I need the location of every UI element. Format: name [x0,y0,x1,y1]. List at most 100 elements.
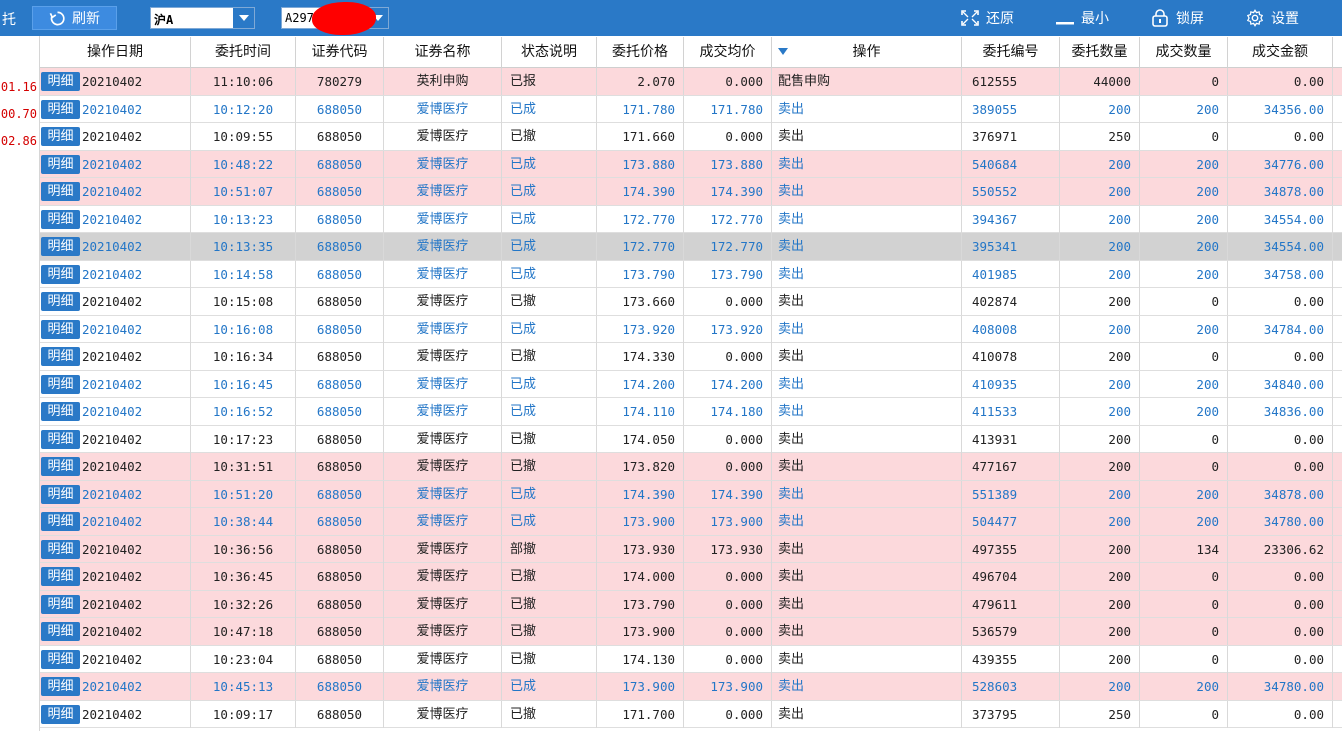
cell-value: 0.000 [725,706,763,722]
detail-button[interactable]: 明细 [41,677,80,696]
cell-value: 34878.00 [1263,486,1324,502]
cell-value: 200 [1108,486,1131,502]
cell-value: 439355 [972,651,1018,667]
detail-button[interactable]: 明细 [41,347,80,366]
table-row[interactable]: 明细 20210402 10:36:56 688050 爱博医疗 部撤 173.930 173… [40,535,1342,563]
table-row[interactable]: 明细 20210402 10:36:45 688050 爱博医疗 已撤 174.000 0.0… [40,563,1342,591]
cell-value: 0 [1211,569,1219,584]
column-header-code[interactable]: 证券代码 [296,37,384,68]
detail-button[interactable]: 明细 [41,127,80,146]
market-select[interactable]: 沪A [150,7,255,29]
cell-value: 173.900 [622,514,675,529]
table-row[interactable]: 明细 20210402 10:09:55 688050 爱博医疗 已撤 171.660 0.0… [40,123,1342,151]
cell-quantity: 200 [1060,288,1140,315]
column-header-operation[interactable]: 操作 [772,37,962,68]
lock-screen-button[interactable]: 锁屏 [1150,8,1204,28]
table-row[interactable]: 明细 20210402 10:16:34 688050 爱博医疗 已撤 174.330 0.0… [40,343,1342,371]
cell-operation: 卖出 [772,618,962,645]
table-row[interactable]: 明细 20210402 10:15:08 688050 爱博医疗 已撤 173.660 0.0… [40,288,1342,316]
detail-button[interactable]: 明细 [41,457,80,476]
detail-button[interactable]: 明细 [41,567,80,586]
column-header-date[interactable]: 操作日期 [40,37,191,68]
cell-code: 688050 [296,563,384,590]
column-header-avg-price[interactable]: 成交均价 [684,37,772,68]
detail-button[interactable]: 明细 [41,374,80,394]
cell-value: 0.000 [725,349,763,364]
table-row[interactable]: 明细 20210402 10:14:58 688050 爱博医疗 已成 173.790 173… [40,260,1342,288]
table-row[interactable]: 明细 20210402 11:10:06 780279 英利申购 已报 2.070 0.000… [40,68,1342,96]
settings-button[interactable]: 设置 [1245,8,1299,28]
table-row[interactable]: 明细 20210402 10:16:45 688050 爱博医疗 已成 174.200 174… [40,370,1342,398]
sort-desc-icon[interactable] [778,48,788,55]
table-row[interactable]: 明细 20210402 10:16:08 688050 爱博医疗 已成 173.920 173… [40,315,1342,343]
table-row[interactable]: 明细 20210402 10:32:26 688050 爱博医疗 已撤 173.790 0.0… [40,590,1342,618]
table-row[interactable]: 明细 20210402 10:12:20 688050 爱博医疗 已成 171.780 171… [40,95,1342,123]
cell-value: 卖出 [778,211,805,227]
column-header-order-no[interactable]: 委托编号 [962,37,1060,68]
column-header-deal-amount[interactable]: 成交金额 [1228,37,1333,68]
cell-value: 174.130 [622,651,675,667]
detail-button[interactable]: 明细 [41,209,80,229]
cell-value: 卖出 [778,239,805,254]
cell-value: 20210402 [82,184,143,199]
table-row[interactable]: 明细 20210402 10:51:20 688050 爱博医疗 已成 174.390 174… [40,480,1342,508]
column-header-quantity[interactable]: 委托数量 [1060,37,1140,68]
cell-value: 200 [1108,294,1131,309]
detail-button[interactable]: 明细 [41,182,80,201]
table-row[interactable]: 明细 20210402 10:45:13 688050 爱博医疗 已成 173.900 173… [40,673,1342,701]
cell-value: 688050 [316,349,363,364]
cell-value: 688050 [316,376,363,392]
cell-value: 已成 [510,321,537,337]
detail-button[interactable]: 明细 [41,539,80,559]
table-row[interactable]: 明细 20210402 10:31:51 688050 爱博医疗 已撤 173.820 0.0… [40,453,1342,481]
refresh-button[interactable]: 刷新 [32,6,117,30]
cell-deal-amount: 34356.00 [1228,95,1333,123]
table-row[interactable]: 明细 20210402 10:38:44 688050 爱博医疗 已成 173.900 173… [40,508,1342,536]
table-row[interactable]: 明细 20210402 10:48:22 688050 爱博医疗 已成 173.880 173… [40,150,1342,178]
detail-button[interactable]: 明细 [41,704,80,724]
cell-quantity: 200 [1060,150,1140,178]
column-header-price[interactable]: 委托价格 [597,37,684,68]
table-row[interactable]: 明细 20210402 10:17:23 688050 爱博医疗 已撤 174.050 0.0… [40,425,1342,453]
cell-time: 10:09:17 [191,700,296,728]
column-header-name[interactable]: 证券名称 [384,37,502,68]
cell-name: 爱博医疗 [384,425,502,453]
detail-button[interactable]: 明细 [41,594,80,614]
detail-button[interactable]: 明细 [41,622,80,641]
table-row[interactable]: 明细 20210402 10:51:07 688050 爱博医疗 已成 174.390 174… [40,178,1342,206]
table-row[interactable]: 明细 20210402 10:09:17 688050 爱博医疗 已撤 171.700 0.0… [40,700,1342,728]
detail-button[interactable]: 明细 [41,72,80,91]
detail-button[interactable]: 明细 [41,484,80,504]
detail-button[interactable]: 明细 [41,512,80,531]
cell-value: 0 [1211,459,1219,474]
detail-button[interactable]: 明细 [41,154,80,174]
restore-button[interactable]: 还原 [960,8,1014,28]
column-header-deal-quantity[interactable]: 成交数量 [1140,37,1228,68]
chevron-down-icon[interactable] [233,8,254,28]
detail-button[interactable]: 明细 [41,402,80,421]
minimize-button[interactable]: 最小 [1055,8,1109,28]
detail-button[interactable]: 明细 [41,292,80,311]
cell-value: 20210402 [82,156,143,172]
table-row[interactable]: 明细 20210402 10:13:23 688050 爱博医疗 已成 172.770 172… [40,205,1342,233]
column-header-status[interactable]: 状态说明 [502,37,597,68]
detail-button[interactable]: 明细 [41,429,80,449]
cell-value: 688050 [316,514,363,529]
cell-order-no: 612555 [962,68,1060,95]
cell-value: 373795 [972,706,1018,722]
detail-button[interactable]: 明细 [41,649,80,669]
cell-value: 200 [1196,321,1219,337]
table-row[interactable]: 明细 20210402 10:23:04 688050 爱博医疗 已撤 174.130 0.0… [40,645,1342,673]
cell-value: 0.00 [1293,459,1324,474]
detail-button[interactable]: 明细 [41,237,80,256]
cell-value: 爱博医疗 [416,459,469,474]
detail-button[interactable]: 明细 [41,99,80,119]
cell-value: 200 [1108,514,1131,529]
detail-button[interactable]: 明细 [41,319,80,339]
table-row[interactable]: 明细 20210402 10:47:18 688050 爱博医疗 已撤 173.900 0.0… [40,618,1342,646]
cell-value: 200 [1108,624,1131,639]
column-header-time[interactable]: 委托时间 [191,37,296,68]
table-row[interactable]: 明细 20210402 10:13:35 688050 爱博医疗 已成 172.770 172… [40,233,1342,261]
table-row[interactable]: 明细 20210402 10:16:52 688050 爱博医疗 已成 174.110 174… [40,398,1342,426]
detail-button[interactable]: 明细 [41,264,80,284]
